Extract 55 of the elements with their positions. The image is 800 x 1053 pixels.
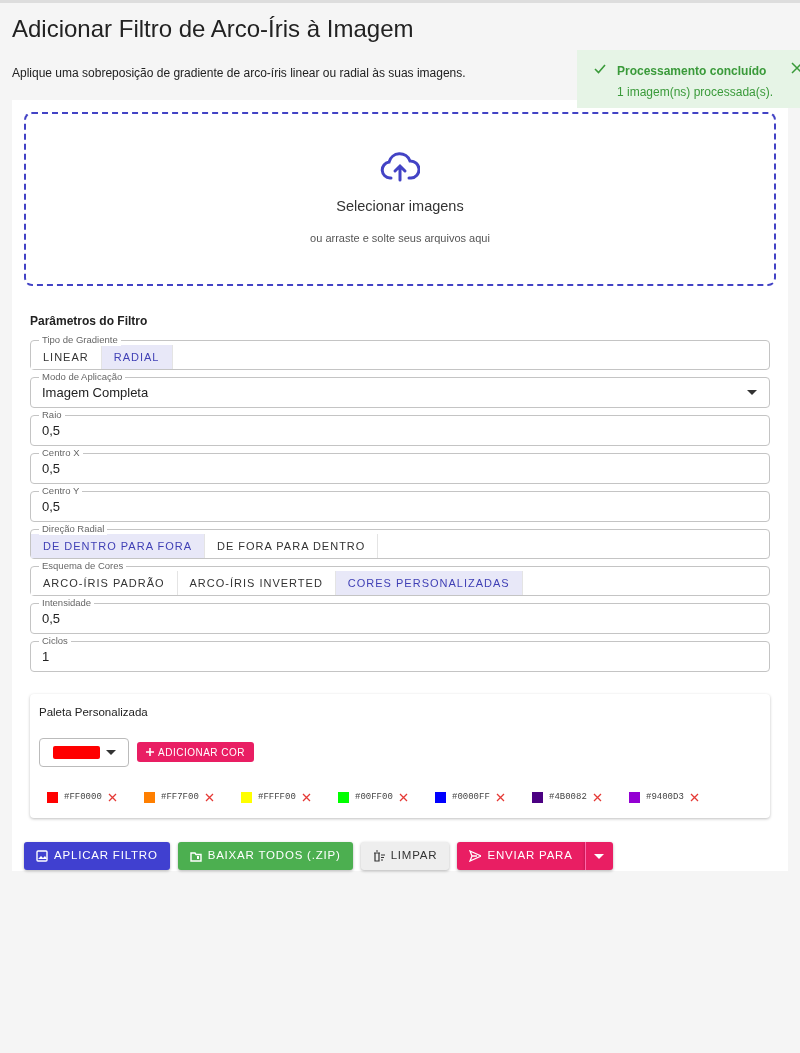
toggle-option[interactable]: ARCO-ÍRIS PADRÃO <box>31 571 178 596</box>
action-button[interactable]: ENVIAR PARA <box>457 842 585 871</box>
remove-icon[interactable] <box>204 792 214 802</box>
select-value: Imagem Completa <box>41 384 150 403</box>
remove-icon[interactable] <box>689 792 699 802</box>
plus-icon <box>146 748 154 757</box>
remove-icon[interactable] <box>301 792 311 802</box>
section-heading: Parâmetros do Filtro <box>30 313 149 331</box>
action-button[interactable]: LIMPAR <box>360 842 450 871</box>
field-label: Tipo de Gradiente <box>39 334 121 347</box>
toggle-option[interactable]: CORES PERSONALIZADAS <box>335 571 523 596</box>
check-icon <box>593 62 607 76</box>
caret-icon <box>747 390 757 396</box>
remove-icon[interactable] <box>495 792 505 802</box>
color-code: #FFFF00 <box>258 790 296 804</box>
drop-zone-hint: ou arraste e solte seus arquivos aqui <box>310 230 490 246</box>
remove-icon[interactable] <box>592 792 602 802</box>
page-title: Adicionar Filtro de Arco-Íris à Imagem <box>12 15 415 44</box>
color-code: #0000FF <box>452 790 490 804</box>
toast-title: Processamento concluído <box>617 63 768 80</box>
palette-heading: Paleta Personalizada <box>39 705 149 721</box>
image-icon <box>36 850 48 863</box>
color-code: #4B0082 <box>549 790 587 804</box>
action-button[interactable]: APLICAR FILTRO <box>24 842 170 871</box>
remove-icon[interactable] <box>107 792 117 802</box>
toggle-option[interactable]: DE DENTRO PARA FORA <box>31 534 205 559</box>
field-value: 1 <box>41 648 50 667</box>
trash-icon <box>372 850 385 863</box>
page-description: Aplique uma sobreposição de gradiente de arco-íris linear ou radial às suas imagens. <box>12 64 466 82</box>
field-value: 0,5 <box>41 610 61 629</box>
cloud-upload-icon <box>380 152 420 183</box>
drop-zone-title: Selecionar imagens <box>336 197 464 217</box>
close-icon[interactable] <box>791 62 800 74</box>
field-value: 0,5 <box>41 460 61 479</box>
field-label: Direção Radial <box>39 523 108 536</box>
field-value: 0,5 <box>41 498 61 517</box>
caret-icon <box>594 853 605 859</box>
dropdown-toggle-button[interactable] <box>584 842 613 871</box>
color-code: #9400D3 <box>646 790 684 804</box>
add-color-button[interactable]: ADICIONAR COR <box>137 742 255 763</box>
folder-icon <box>189 850 202 863</box>
caret-icon <box>105 749 116 755</box>
color-code: #00FF00 <box>355 790 393 804</box>
color-code: #FF7F00 <box>161 790 199 804</box>
field-label: Modo de Aplicação <box>39 371 126 384</box>
field-label: Esquema de Cores <box>39 560 127 573</box>
remove-icon[interactable] <box>398 792 408 802</box>
toggle-option[interactable]: RADIAL <box>101 345 173 370</box>
field-value: 0,5 <box>41 422 61 441</box>
color-code: #FF0000 <box>64 790 102 804</box>
toast-message: 1 imagem(ns) processada(s). <box>617 84 774 101</box>
color-picker[interactable] <box>39 737 129 767</box>
drop-zone[interactable]: Selecionar imagens ou arraste e solte seus arquivos aqui <box>24 112 776 287</box>
send-icon <box>469 850 482 863</box>
toggle-option[interactable]: LINEAR <box>31 345 102 370</box>
